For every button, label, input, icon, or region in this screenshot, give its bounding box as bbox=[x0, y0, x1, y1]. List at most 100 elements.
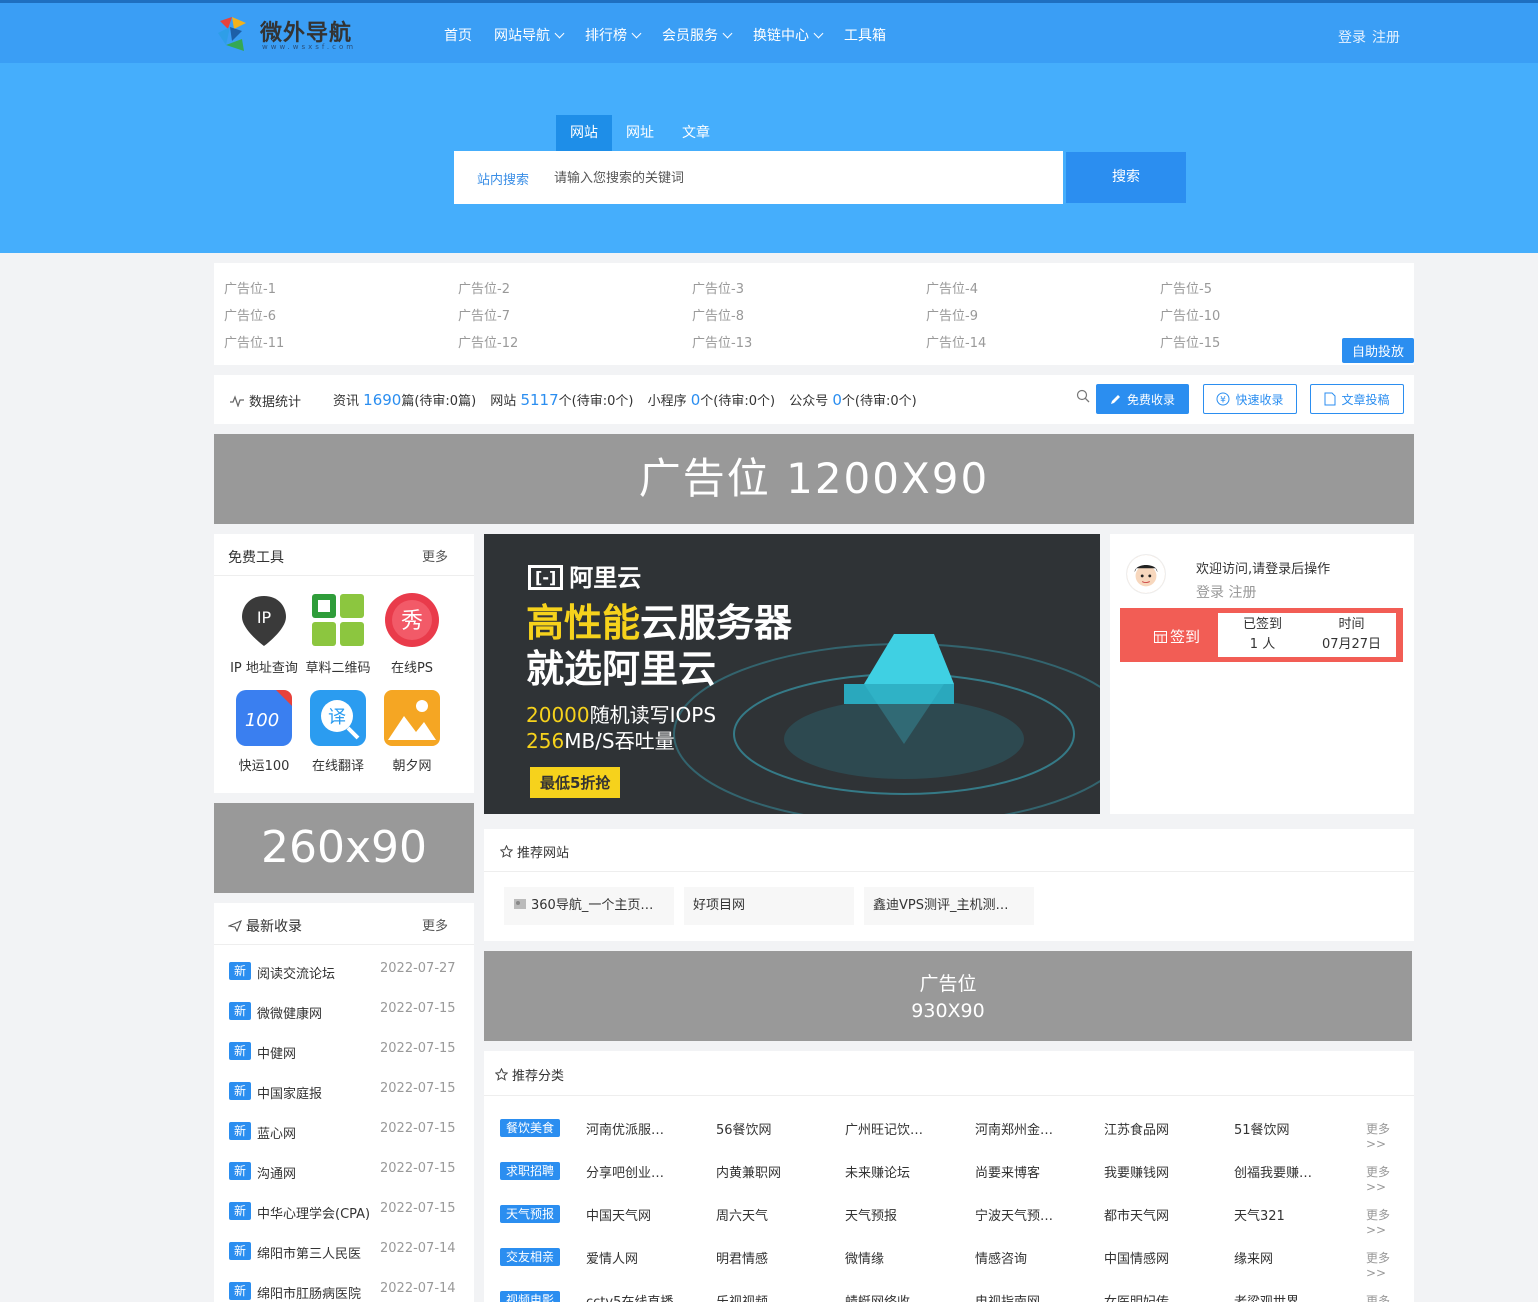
nav-toolbox[interactable]: 工具箱 bbox=[844, 25, 886, 45]
nav-home[interactable]: 首页 bbox=[444, 25, 472, 45]
nav-site-directory[interactable]: 网站导航 bbox=[494, 25, 565, 45]
article-submit-button[interactable]: 文章投稿 bbox=[1310, 384, 1404, 414]
category-site-link[interactable]: 我要赚钱网 bbox=[1104, 1162, 1214, 1181]
category-site-link[interactable]: 未来赚论坛 bbox=[845, 1162, 955, 1181]
tool-qrcode[interactable]: 草料二维码 bbox=[302, 592, 374, 676]
login-link[interactable]: 登录 bbox=[1196, 585, 1224, 601]
self-service-ad-button[interactable]: 自助投放 bbox=[1341, 338, 1414, 363]
category-site-link[interactable]: 天气321 bbox=[1234, 1205, 1344, 1224]
category-more-link[interactable]: 更多>> bbox=[1366, 1120, 1404, 1151]
list-item[interactable]: 新沟通网 2022-07-15 bbox=[229, 1161, 469, 1201]
tool-translate[interactable]: 译 在线翻译 bbox=[302, 690, 374, 774]
category-site-link[interactable]: 创福我要赚… bbox=[1234, 1162, 1344, 1181]
ad-slot-link[interactable]: 广告位-11 bbox=[224, 332, 458, 351]
category-site-link[interactable]: 河南优派服… bbox=[586, 1119, 696, 1138]
fast-submit-button[interactable]: ¥ 快速收录 bbox=[1203, 384, 1297, 414]
category-site-link[interactable]: 女医明妃传 bbox=[1104, 1291, 1214, 1302]
ad-banner-930[interactable]: 广告位 930X90 bbox=[484, 951, 1412, 1041]
category-site-link[interactable]: 56餐饮网 bbox=[716, 1119, 826, 1138]
tool-zhaoxi[interactable]: 朝夕网 bbox=[376, 690, 448, 774]
list-item[interactable]: 新绵阳市肛肠病医院 2022-07-14 bbox=[229, 1281, 469, 1302]
category-site-link[interactable]: 广州旺记饮… bbox=[845, 1119, 955, 1138]
category-site-link[interactable]: 天气预报 bbox=[845, 1205, 955, 1224]
category-site-link[interactable]: 河南郑州金… bbox=[975, 1119, 1085, 1138]
category-site-link[interactable]: 分享吧创业… bbox=[586, 1162, 696, 1181]
tool-express100[interactable]: 100 快运100 bbox=[228, 690, 300, 774]
ad-slot-link[interactable]: 广告位-7 bbox=[458, 305, 692, 324]
ad-slot-link[interactable]: 广告位-4 bbox=[926, 278, 1160, 297]
list-item[interactable]: 新阅读交流论坛 2022-07-27 bbox=[229, 961, 469, 1001]
more-link[interactable]: 更多 bbox=[422, 546, 448, 565]
ad-slot-link[interactable]: 广告位-1 bbox=[224, 278, 458, 297]
checkin-button[interactable]: 签到 bbox=[1154, 626, 1200, 647]
category-site-link[interactable]: 都市天气网 bbox=[1104, 1205, 1214, 1224]
free-submit-button[interactable]: 免费收录 bbox=[1096, 384, 1189, 414]
category-more-link[interactable]: 更多>> bbox=[1366, 1163, 1404, 1194]
site-chip[interactable]: 360导航_一个主页… bbox=[504, 887, 674, 925]
register-link[interactable]: 注册 bbox=[1228, 585, 1256, 601]
ad-slot-link[interactable]: 广告位-6 bbox=[224, 305, 458, 324]
search-scope-label[interactable]: 站内搜索 bbox=[477, 169, 529, 188]
category-tag[interactable]: 天气预报 bbox=[500, 1205, 561, 1223]
search-icon[interactable] bbox=[1076, 389, 1090, 403]
ad-slot-link[interactable]: 广告位-14 bbox=[926, 332, 1160, 351]
list-item[interactable]: 新中国家庭报 2022-07-15 bbox=[229, 1081, 469, 1121]
category-site-link[interactable]: 内黄兼职网 bbox=[716, 1162, 826, 1181]
category-tag[interactable]: 交友相亲 bbox=[500, 1248, 561, 1266]
search-input[interactable] bbox=[554, 163, 1034, 193]
nav-member-services[interactable]: 会员服务 bbox=[662, 25, 733, 45]
tab-url[interactable]: 网址 bbox=[612, 115, 668, 152]
category-more-link[interactable]: 更多>> bbox=[1366, 1292, 1404, 1302]
category-tag[interactable]: 餐饮美食 bbox=[500, 1119, 561, 1137]
nav-rankings[interactable]: 排行榜 bbox=[585, 25, 642, 45]
ad-slot-link[interactable]: 广告位-2 bbox=[458, 278, 692, 297]
list-item[interactable]: 新中华心理学会(CPA) 2022-07-15 bbox=[229, 1201, 469, 1241]
tab-article[interactable]: 文章 bbox=[668, 115, 724, 152]
ad-slot-link[interactable]: 广告位-8 bbox=[692, 305, 926, 324]
list-item[interactable]: 新蓝心网 2022-07-15 bbox=[229, 1121, 469, 1161]
category-site-link[interactable]: 蜻蜓网络收 bbox=[845, 1291, 955, 1302]
ad-banner-260[interactable]: 260x90 bbox=[214, 803, 474, 893]
ad-banner-1200[interactable]: 广告位 1200X90 bbox=[214, 434, 1414, 524]
category-site-link[interactable]: 宁波天气预… bbox=[975, 1205, 1085, 1224]
list-item[interactable]: 新微微健康网 2022-07-15 bbox=[229, 1001, 469, 1041]
list-item[interactable]: 新中健网 2022-07-15 bbox=[229, 1041, 469, 1081]
category-site-link[interactable]: 老梁观世界 bbox=[1234, 1291, 1344, 1302]
tool-online-ps[interactable]: 秀 在线PS bbox=[376, 592, 448, 676]
category-site-link[interactable]: 尚要来博客 bbox=[975, 1162, 1085, 1181]
tab-website[interactable]: 网站 bbox=[556, 115, 612, 152]
category-site-link[interactable]: 明君情感 bbox=[716, 1248, 826, 1267]
category-site-link[interactable]: 江苏食品网 bbox=[1104, 1119, 1214, 1138]
category-site-link[interactable]: cctv5在线直播 bbox=[586, 1291, 696, 1302]
category-site-link[interactable]: 爱情人网 bbox=[586, 1248, 696, 1267]
category-site-link[interactable]: 乐视视频 bbox=[716, 1291, 826, 1302]
category-site-link[interactable]: 51餐饮网 bbox=[1234, 1119, 1344, 1138]
category-site-link[interactable]: 微情缘 bbox=[845, 1248, 955, 1267]
site-chip[interactable]: 鑫迪VPS测评_主机测… bbox=[864, 887, 1034, 925]
category-site-link[interactable]: 情感咨询 bbox=[975, 1248, 1085, 1267]
search-button[interactable]: 搜索 bbox=[1066, 152, 1186, 203]
ad-slot-link[interactable]: 广告位-12 bbox=[458, 332, 692, 351]
category-site-link[interactable]: 电视指南网 bbox=[975, 1291, 1085, 1302]
category-site-link[interactable]: 中国情感网 bbox=[1104, 1248, 1214, 1267]
more-link[interactable]: 更多 bbox=[422, 915, 448, 934]
nav-link-exchange[interactable]: 换链中心 bbox=[753, 25, 824, 45]
category-site-link[interactable]: 缘来网 bbox=[1234, 1248, 1344, 1267]
ad-slot-link[interactable]: 广告位-5 bbox=[1160, 278, 1394, 297]
ad-slot-link[interactable]: 广告位-10 bbox=[1160, 305, 1394, 324]
tool-ip-lookup[interactable]: IP IP 地址查询 bbox=[228, 592, 300, 676]
category-tag[interactable]: 求职招聘 bbox=[500, 1162, 561, 1180]
aliyun-ad-banner[interactable]: [-] 阿里云 高性能云服务器 就选阿里云 20000随机读写IOPS 256MB/S… bbox=[484, 534, 1100, 814]
list-item[interactable]: 新绵阳市第三人民医 2022-07-14 bbox=[229, 1241, 469, 1281]
category-site-link[interactable]: 周六天气 bbox=[716, 1205, 826, 1224]
site-chip[interactable]: 好项目网 bbox=[684, 887, 854, 925]
register-link[interactable]: 注册 bbox=[1372, 30, 1400, 46]
banner-cta-button[interactable]: 最低5折抢 bbox=[530, 767, 621, 798]
login-link[interactable]: 登录 bbox=[1338, 30, 1366, 46]
category-more-link[interactable]: 更多>> bbox=[1366, 1249, 1404, 1280]
category-tag[interactable]: 视频电影 bbox=[500, 1291, 561, 1302]
ad-slot-link[interactable]: 广告位-13 bbox=[692, 332, 926, 351]
category-site-link[interactable]: 中国天气网 bbox=[586, 1205, 696, 1224]
site-logo[interactable]: 微外导航 www.wsxsf.com bbox=[216, 15, 376, 55]
ad-slot-link[interactable]: 广告位-9 bbox=[926, 305, 1160, 324]
